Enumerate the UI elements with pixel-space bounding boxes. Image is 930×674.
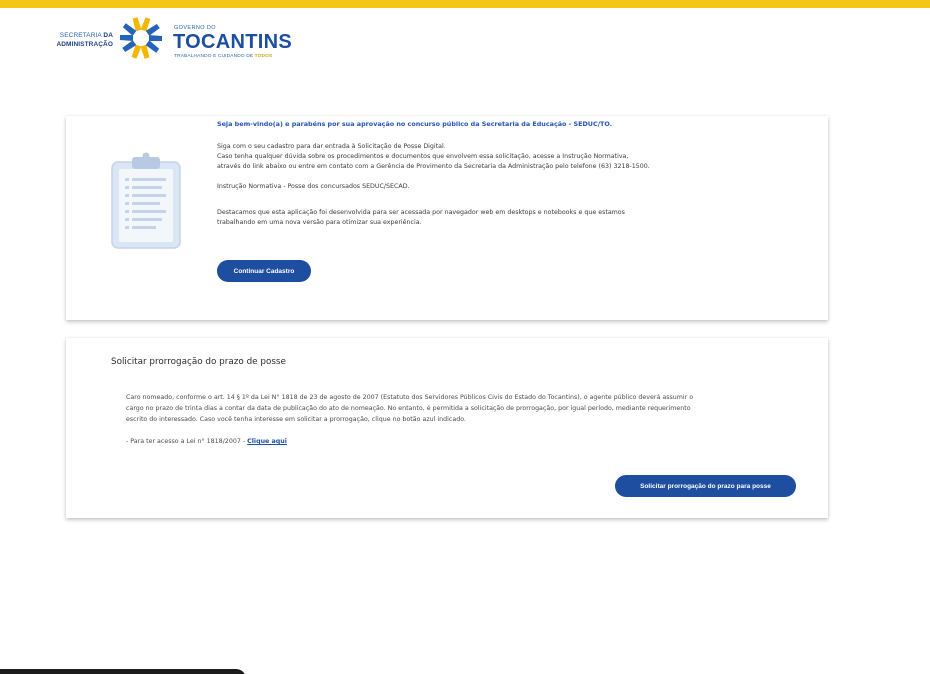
- solicitar-prorrogacao-button[interactable]: Solicitar prorrogação do prazo para poss…: [615, 475, 796, 497]
- tagline: TRABALHANDO E CUIDANDO DE TODOS: [174, 54, 272, 59]
- welcome-card: Seja bem-vindo(a) e parabéns por sua apr…: [66, 116, 828, 320]
- destaque-line-1: Destacamos que esta aplicação foi desenv…: [217, 209, 625, 216]
- secretaria-line1-prefix: SECRETARIA: [59, 32, 102, 39]
- secretaria-logo: SECRETARIA DA ADMINISTRAÇÃO: [47, 31, 113, 49]
- prorrogacao-paragraph-line-1: Caro nomeado, conforme o art. 14 § 1º da…: [126, 394, 694, 401]
- secretaria-line2: ADMINISTRAÇÃO: [56, 41, 113, 48]
- prorrogacao-card: Solicitar prorrogação do prazo de posse …: [66, 338, 828, 518]
- bottom-overlay-bar: [0, 669, 246, 674]
- continuar-cadastro-button[interactable]: Continuar Cadastro: [217, 260, 311, 282]
- clipboard-icon: [111, 152, 181, 249]
- lei-access-prefix: - Para ter acesso a Lei n° 1818/2007 -: [126, 438, 246, 445]
- tagline-bold: TODOS: [254, 54, 273, 59]
- instruction-line-1: Siga com o seu cadastro para dar entrada…: [217, 143, 446, 150]
- instruction-line-2: Caso tenha qualquer dúvida sobre os proc…: [217, 153, 629, 160]
- welcome-message: Seja bem-vindo(a) e parabéns por sua apr…: [217, 120, 613, 128]
- destaque-line-2: trabalhando em uma nova versão para otim…: [217, 219, 422, 226]
- instrucao-normativa-text: Instrução Normativa - Posse dos concursa…: [217, 183, 410, 190]
- prorrogacao-paragraph-line-2: cargo no prazo de trinta dias a contar d…: [126, 405, 691, 412]
- prorrogacao-paragraph-line-3: escrito do interessado. Caso você tenha …: [126, 416, 466, 423]
- tocantins-wordmark: TOCANTINS: [173, 31, 292, 53]
- instruction-line-3: através do link abaixo ou entre em conta…: [217, 163, 650, 170]
- lei-access-line: - Para ter acesso a Lei n° 1818/2007 - C…: [126, 438, 287, 445]
- top-accent-bar: [0, 0, 930, 8]
- tagline-prefix: TRABALHANDO E CUIDANDO DE: [174, 54, 254, 59]
- tocantins-sun-logo-icon: [120, 17, 162, 59]
- secretaria-line1-bold: DA: [103, 32, 113, 39]
- prorrogacao-title: Solicitar prorrogação do prazo de posse: [111, 357, 286, 367]
- clique-aqui-link[interactable]: Clique aqui: [247, 438, 287, 445]
